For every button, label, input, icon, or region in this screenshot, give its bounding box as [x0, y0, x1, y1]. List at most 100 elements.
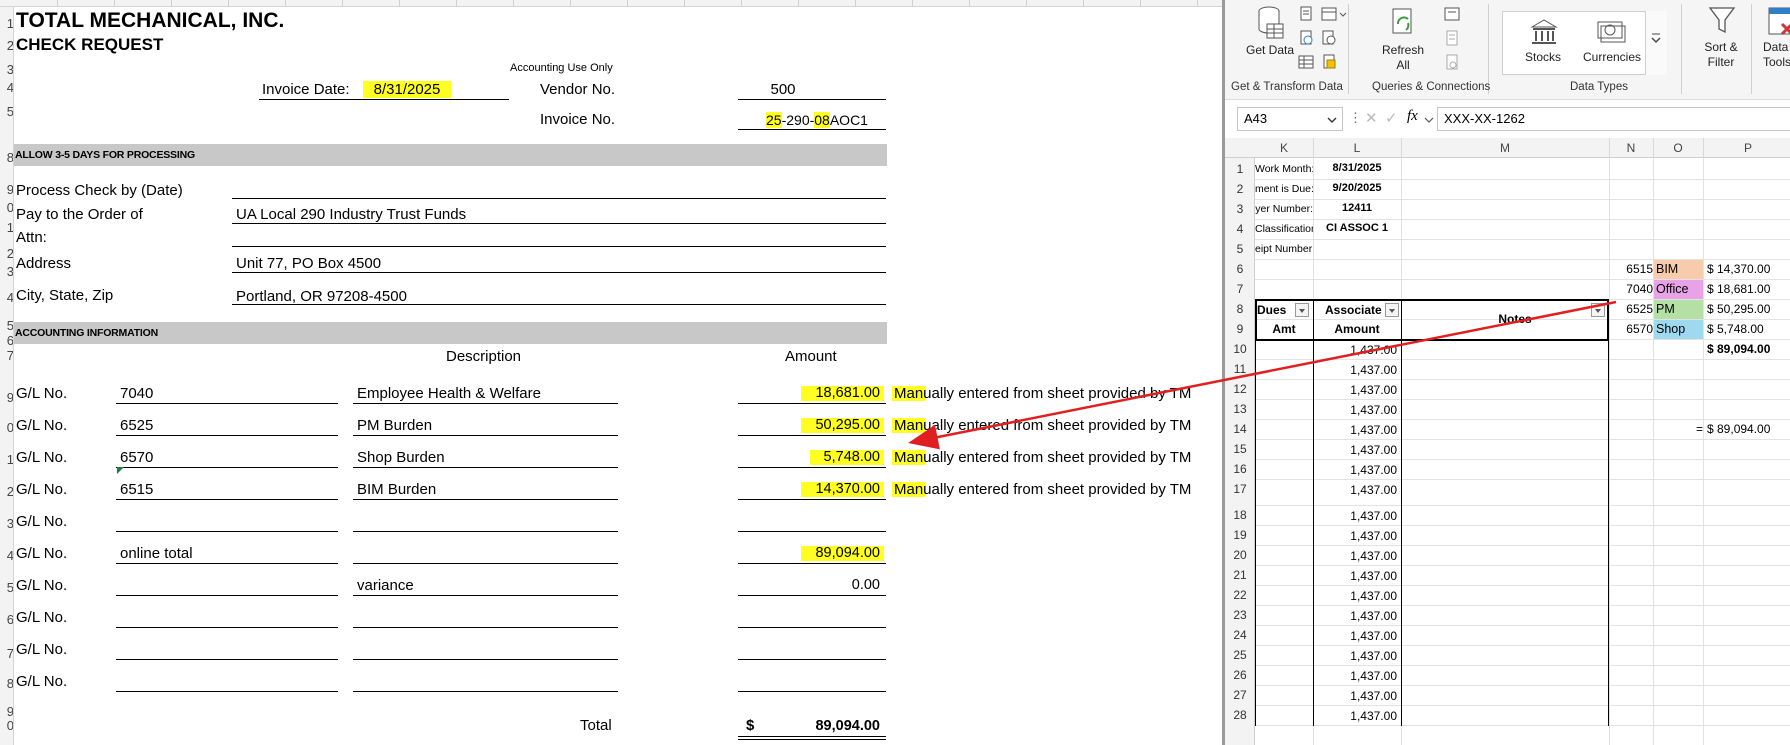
summary-category[interactable]: PM — [1654, 300, 1703, 319]
row-number[interactable]: 16 — [1225, 462, 1255, 476]
row-number[interactable]: 6 — [1225, 262, 1255, 276]
invoice-date-value[interactable]: 8/31/2025 — [363, 81, 451, 98]
header-info-value[interactable]: CI ASSOC 1 — [1313, 222, 1401, 234]
header-info-label[interactable]: ment is Due: — [1255, 183, 1313, 195]
row-number[interactable]: 18 — [1225, 508, 1255, 522]
filter-dropdown-icon[interactable] — [1295, 303, 1309, 317]
check-equals[interactable]: = — [1677, 422, 1703, 436]
refresh-all-button[interactable]: Refresh All — [1377, 43, 1429, 73]
summary-amount[interactable]: $ 18,681.00 — [1707, 282, 1790, 296]
summary-total[interactable]: $ 89,094.00 — [1707, 342, 1790, 356]
check-total[interactable]: $ 89,094.00 — [1707, 422, 1790, 436]
row-number[interactable]: 4 — [1225, 222, 1255, 236]
gallery-more-button[interactable] — [1645, 11, 1667, 75]
header-info-label[interactable]: eipt Number: — [1255, 243, 1313, 255]
pay-to-value[interactable]: UA Local 290 Industry Trust Funds — [236, 206, 466, 223]
summary-code[interactable]: 7040 — [1609, 282, 1653, 296]
formula-input[interactable]: XXX-XX-1262 — [1437, 107, 1790, 131]
row-number[interactable]: 26 — [1225, 668, 1255, 682]
gl-amount[interactable]: 5,748.00 — [780, 449, 880, 465]
table-header-amount[interactable]: Amount — [1313, 322, 1401, 336]
row-number[interactable]: 22 — [1225, 588, 1255, 602]
row-number[interactable]: 9 — [1225, 322, 1255, 336]
total-value[interactable]: 89,094.00 — [780, 718, 880, 734]
summary-category[interactable]: BIM — [1654, 260, 1703, 279]
formula-bar-menu-dots[interactable]: ⋮ — [1349, 110, 1362, 126]
gl-number[interactable]: 6525 — [120, 417, 153, 434]
summary-code[interactable]: 6515 — [1609, 262, 1653, 276]
vendor-no-value[interactable]: 500 — [740, 81, 826, 98]
gl-amount[interactable]: 89,094.00 — [780, 545, 880, 561]
row-number[interactable]: 24 — [1225, 628, 1255, 642]
row-number[interactable]: 25 — [1225, 648, 1255, 662]
header-info-value[interactable]: 9/20/2025 — [1313, 182, 1401, 194]
gl-number[interactable]: 6515 — [120, 481, 153, 498]
data-tools-button[interactable]: Data Tools — [1755, 40, 1790, 70]
gl-number[interactable]: online total — [120, 545, 193, 562]
row-number[interactable]: 8 — [1225, 302, 1255, 316]
gl-description[interactable]: BIM Burden — [357, 481, 436, 498]
gl-number[interactable]: 7040 — [120, 385, 153, 402]
gl-amount[interactable]: 14,370.00 — [780, 481, 880, 497]
row-number[interactable]: 14 — [1225, 422, 1255, 436]
row-number[interactable]: 11 — [1225, 362, 1255, 376]
enter-icon[interactable]: ✓ — [1385, 109, 1398, 127]
get-data-button[interactable]: Get Data — [1245, 43, 1295, 58]
data-types-gallery[interactable] — [1502, 11, 1667, 75]
gl-number[interactable]: 6570 — [120, 449, 153, 466]
cancel-icon[interactable]: ✕ — [1365, 109, 1378, 127]
header-info-label[interactable]: yer Number: — [1255, 203, 1313, 215]
summary-category[interactable]: Office — [1654, 280, 1703, 299]
column-header-m[interactable]: M — [1401, 141, 1609, 155]
invoice-no-value[interactable]: 25-290-08AOC1 — [766, 112, 868, 128]
column-header-l[interactable]: L — [1313, 141, 1401, 155]
gl-amount[interactable]: 0.00 — [780, 577, 880, 593]
row-number[interactable]: 10 — [1225, 342, 1255, 356]
column-header-p[interactable]: P — [1703, 141, 1790, 155]
header-info-value[interactable]: 8/31/2025 — [1313, 162, 1401, 174]
row-number[interactable]: 5 — [1225, 242, 1255, 256]
address-value[interactable]: Unit 77, PO Box 4500 — [236, 255, 381, 272]
row-number[interactable]: 20 — [1225, 548, 1255, 562]
summary-code[interactable]: 6570 — [1609, 322, 1653, 336]
row-number[interactable]: 28 — [1225, 708, 1255, 722]
sort-filter-button[interactable]: Sort & Filter — [1695, 40, 1747, 70]
row-number[interactable]: 17 — [1225, 482, 1255, 496]
row-number[interactable]: 3 — [1225, 202, 1255, 216]
table-header-amt[interactable]: Amt — [1255, 322, 1313, 336]
city-state-zip-value[interactable]: Portland, OR 97208-4500 — [236, 288, 407, 305]
table-header-notes[interactable]: Notes — [1475, 312, 1555, 326]
error-indicator-icon[interactable] — [117, 467, 124, 474]
row-number[interactable]: 2 — [1225, 182, 1255, 196]
column-header-n[interactable]: N — [1609, 141, 1653, 155]
fx-dropdown-icon[interactable] — [1424, 116, 1434, 124]
row-number[interactable]: 21 — [1225, 568, 1255, 582]
row-number[interactable]: 12 — [1225, 382, 1255, 396]
summary-amount[interactable]: $ 5,748.00 — [1707, 322, 1790, 336]
currencies-button[interactable]: Currencies — [1581, 50, 1643, 65]
gl-amount[interactable]: 50,295.00 — [780, 417, 880, 433]
insert-function-button[interactable]: fx — [1407, 108, 1418, 125]
summary-amount[interactable]: $ 50,295.00 — [1707, 302, 1790, 316]
column-header-o[interactable]: O — [1653, 141, 1703, 155]
row-number[interactable]: 27 — [1225, 688, 1255, 702]
row-number[interactable]: 7 — [1225, 282, 1255, 296]
gl-description[interactable]: variance — [357, 577, 414, 594]
column-header-k[interactable]: K — [1255, 141, 1313, 155]
summary-code[interactable]: 6525 — [1609, 302, 1653, 316]
header-info-label[interactable]: Work Month: — [1255, 163, 1313, 175]
filter-dropdown-icon[interactable] — [1385, 303, 1399, 317]
row-number[interactable]: 15 — [1225, 442, 1255, 456]
stocks-button[interactable]: Stocks — [1515, 50, 1571, 65]
summary-amount[interactable]: $ 14,370.00 — [1707, 262, 1790, 276]
header-info-label[interactable]: Classification: — [1255, 223, 1313, 235]
gl-description[interactable]: Shop Burden — [357, 449, 445, 466]
gl-description[interactable]: Employee Health & Welfare — [357, 385, 541, 402]
row-number[interactable]: 13 — [1225, 402, 1255, 416]
gl-description[interactable]: PM Burden — [357, 417, 432, 434]
filter-dropdown-icon[interactable] — [1591, 303, 1605, 317]
row-number[interactable]: 19 — [1225, 528, 1255, 542]
row-number[interactable]: 1 — [1225, 162, 1255, 176]
header-info-value[interactable]: 12411 — [1313, 202, 1401, 214]
summary-category[interactable]: Shop — [1654, 320, 1703, 339]
